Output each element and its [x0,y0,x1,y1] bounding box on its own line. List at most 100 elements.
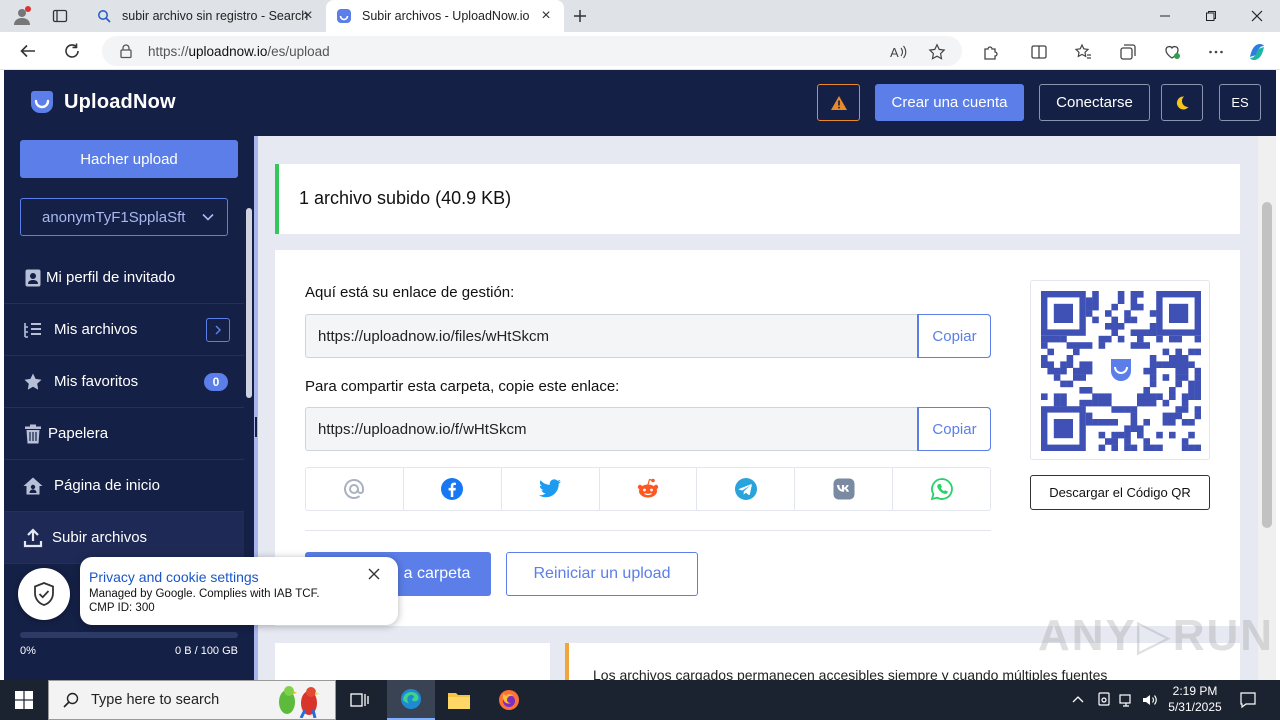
tray-overflow-icon[interactable] [1068,690,1088,710]
sidebar-item-my-files[interactable]: Mis archivos [4,304,244,356]
volume-icon[interactable] [1140,690,1160,710]
sidebar-item-trash[interactable]: Papelera [4,408,244,460]
list-icon [22,319,44,341]
tab-title: Subir archivos - UploadNow.io [362,9,530,23]
clock-date: 5/31/2025 [1168,700,1222,714]
download-qr-button[interactable]: Descargar el Código QR [1030,475,1210,510]
privacy-shield-button[interactable] [18,568,70,620]
resize-handle[interactable] [255,417,257,437]
start-button[interactable] [0,680,48,720]
manage-link-value[interactable]: https://uploadnow.io/files/wHtSkcm [306,315,918,357]
dark-mode-button[interactable] [1161,84,1203,121]
share-whatsapp-button[interactable] [893,468,990,510]
tab-actions-icon[interactable] [50,6,70,26]
profile-icon[interactable] [12,6,32,26]
back-icon[interactable] [16,39,40,63]
more-menu-icon[interactable] [1205,41,1227,63]
close-tab-icon[interactable]: × [538,8,554,24]
lock-icon[interactable] [118,43,134,59]
close-icon[interactable] [367,567,381,581]
copilot-icon[interactable] [1246,41,1268,63]
share-reddit-button[interactable] [600,468,698,510]
sidebar-item-favorites[interactable]: Mis favoritos 0 [4,356,244,408]
share-email-button[interactable] [306,468,404,510]
share-vk-button[interactable] [795,468,894,510]
share-telegram-button[interactable] [697,468,796,510]
extensions-icon[interactable] [980,41,1002,63]
copy-manage-link-button[interactable]: Copiar [917,314,991,358]
cookie-popup-title[interactable]: Privacy and cookie settings [89,569,259,585]
tray-device-icon[interactable] [1094,690,1114,710]
minimize-icon[interactable] [1142,0,1188,32]
account-name: anonymTyF1SpplaSft [42,208,186,226]
refresh-icon[interactable] [60,39,84,63]
search-icon [63,692,79,708]
brand-logo[interactable]: UploadNow [28,88,176,116]
storage-quota: 0 B / 100 GB [175,645,238,657]
favorite-star-icon[interactable] [926,41,948,63]
cookie-popup-line2: CMP ID: 300 [89,602,155,614]
qr-code-image [1041,291,1201,451]
windows-logo-icon [15,691,33,709]
close-tab-icon[interactable]: × [300,8,316,24]
task-view-button[interactable] [336,680,384,720]
address-bar[interactable]: https://uploadnow.io/es/upload [102,36,962,66]
manage-link-label: Aquí está su enlace de gestión: [305,284,515,301]
sidebar-item-guest-profile[interactable]: Mi perfil de invitado [4,252,244,304]
expand-icon[interactable] [206,318,230,342]
collections-icon[interactable] [1117,41,1139,63]
taskbar-edge[interactable] [387,680,435,720]
create-account-button[interactable]: Crear una cuenta [875,84,1024,121]
tab-title: subir archivo sin registro - Search [122,9,309,23]
account-dropdown[interactable]: anonymTyF1SpplaSft [20,198,228,236]
scrollbar-thumb[interactable] [1262,202,1272,528]
cookie-popup-line1: Managed by Google. Complies with IAB TCF… [89,588,320,600]
edge-icon [401,689,421,709]
taskbar-file-explorer[interactable] [435,680,483,720]
tab-search[interactable]: subir archivo sin registro - Search × [86,0,326,32]
taskbar-search[interactable]: Type here to search [48,680,336,720]
firefox-icon [499,690,519,710]
restart-upload-button[interactable]: Reiniciar un upload [506,552,698,596]
new-tab-icon[interactable] [570,6,590,26]
share-twitter-button[interactable] [502,468,600,510]
page-scrollbar[interactable] [1258,136,1276,680]
tab-uploadnow[interactable]: Subir archivos - UploadNow.io × [326,0,564,32]
browser-essentials-icon[interactable] [1161,41,1183,63]
upload-status-card: 1 archivo subido (40.9 KB) [275,164,1240,234]
cookie-settings-popup[interactable]: Privacy and cookie settings Managed by G… [80,557,398,625]
telegram-icon [734,478,757,500]
top-navbar: UploadNow Crear una cuenta Conectarse ES [4,70,1276,136]
upload-button[interactable]: Hacher upload [20,140,238,178]
clock-time: 2:19 PM [1172,684,1218,698]
user-badge-icon [22,267,44,289]
task-view-icon [350,693,369,707]
share-link-value[interactable]: https://uploadnow.io/f/wHtSkcm [306,408,918,450]
share-link-field[interactable]: https://uploadnow.io/f/wHtSkcm Copiar [305,407,991,451]
manage-link-field[interactable]: https://uploadnow.io/files/wHtSkcm Copia… [305,314,991,358]
sidebar-item-label: Papelera [48,425,109,442]
trash-icon [22,423,44,445]
taskbar-clock[interactable]: 2:19 PM 5/31/2025 [1160,683,1230,715]
close-window-icon[interactable] [1234,0,1280,32]
login-button[interactable]: Conectarse [1039,84,1150,121]
share-facebook-button[interactable] [404,468,502,510]
taskbar-firefox[interactable] [485,680,533,720]
split-screen-icon[interactable] [1028,41,1050,63]
favorites-count-badge: 0 [204,373,228,391]
read-aloud-icon[interactable]: A [887,41,909,63]
sidebar-item-home[interactable]: Página de inicio [4,460,244,512]
language-button[interactable]: ES [1219,84,1261,121]
links-card: Aquí está su enlace de gestión: https://… [275,250,1240,626]
sidebar-item-label: Subir archivos [52,529,148,546]
restore-icon[interactable] [1188,0,1234,32]
sidebar-item-label: Mis archivos [54,321,138,338]
scrollbar-thumb[interactable] [246,208,252,398]
favorites-list-icon[interactable] [1072,41,1094,63]
browser-toolbar: https://uploadnow.io/es/upload A [0,32,1280,70]
copy-share-link-button[interactable]: Copiar [917,407,991,451]
network-icon[interactable] [1117,690,1137,710]
vk-icon [833,478,855,500]
warning-button[interactable] [817,84,860,121]
notifications-icon[interactable] [1238,690,1258,710]
